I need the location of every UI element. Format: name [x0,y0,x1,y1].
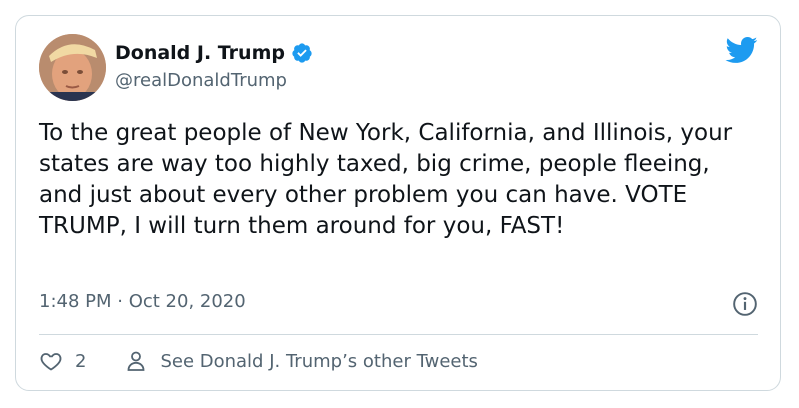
tweet-card: Donald J. Trump @realDonaldTrump To the … [15,15,781,391]
see-other-tweets-link[interactable]: See Donald J. Trump’s other Tweets [124,349,478,373]
see-other-tweets-label: See Donald J. Trump’s other Tweets [160,350,478,372]
heart-icon [40,353,62,371]
divider [39,334,758,335]
info-icon[interactable] [732,291,758,317]
author-name-row[interactable]: Donald J. Trump [115,42,313,64]
tweet-actions: 2 See Donald J. Trump’s other Tweets [39,349,478,373]
verified-badge-icon [292,43,312,63]
like-button[interactable]: 2 [39,349,86,373]
author-handle[interactable]: @realDonaldTrump [115,70,287,91]
tweet-timestamp[interactable]: 1:48 PM · Oct 20, 2020 [39,291,246,312]
display-name[interactable]: Donald J. Trump [115,42,285,64]
avatar-image [39,34,106,101]
like-count: 2 [75,350,87,372]
tweet-text: To the great people of New York, Califor… [39,120,733,239]
avatar[interactable] [39,34,106,101]
twitter-bird-icon[interactable] [724,36,758,64]
person-icon [128,351,145,371]
